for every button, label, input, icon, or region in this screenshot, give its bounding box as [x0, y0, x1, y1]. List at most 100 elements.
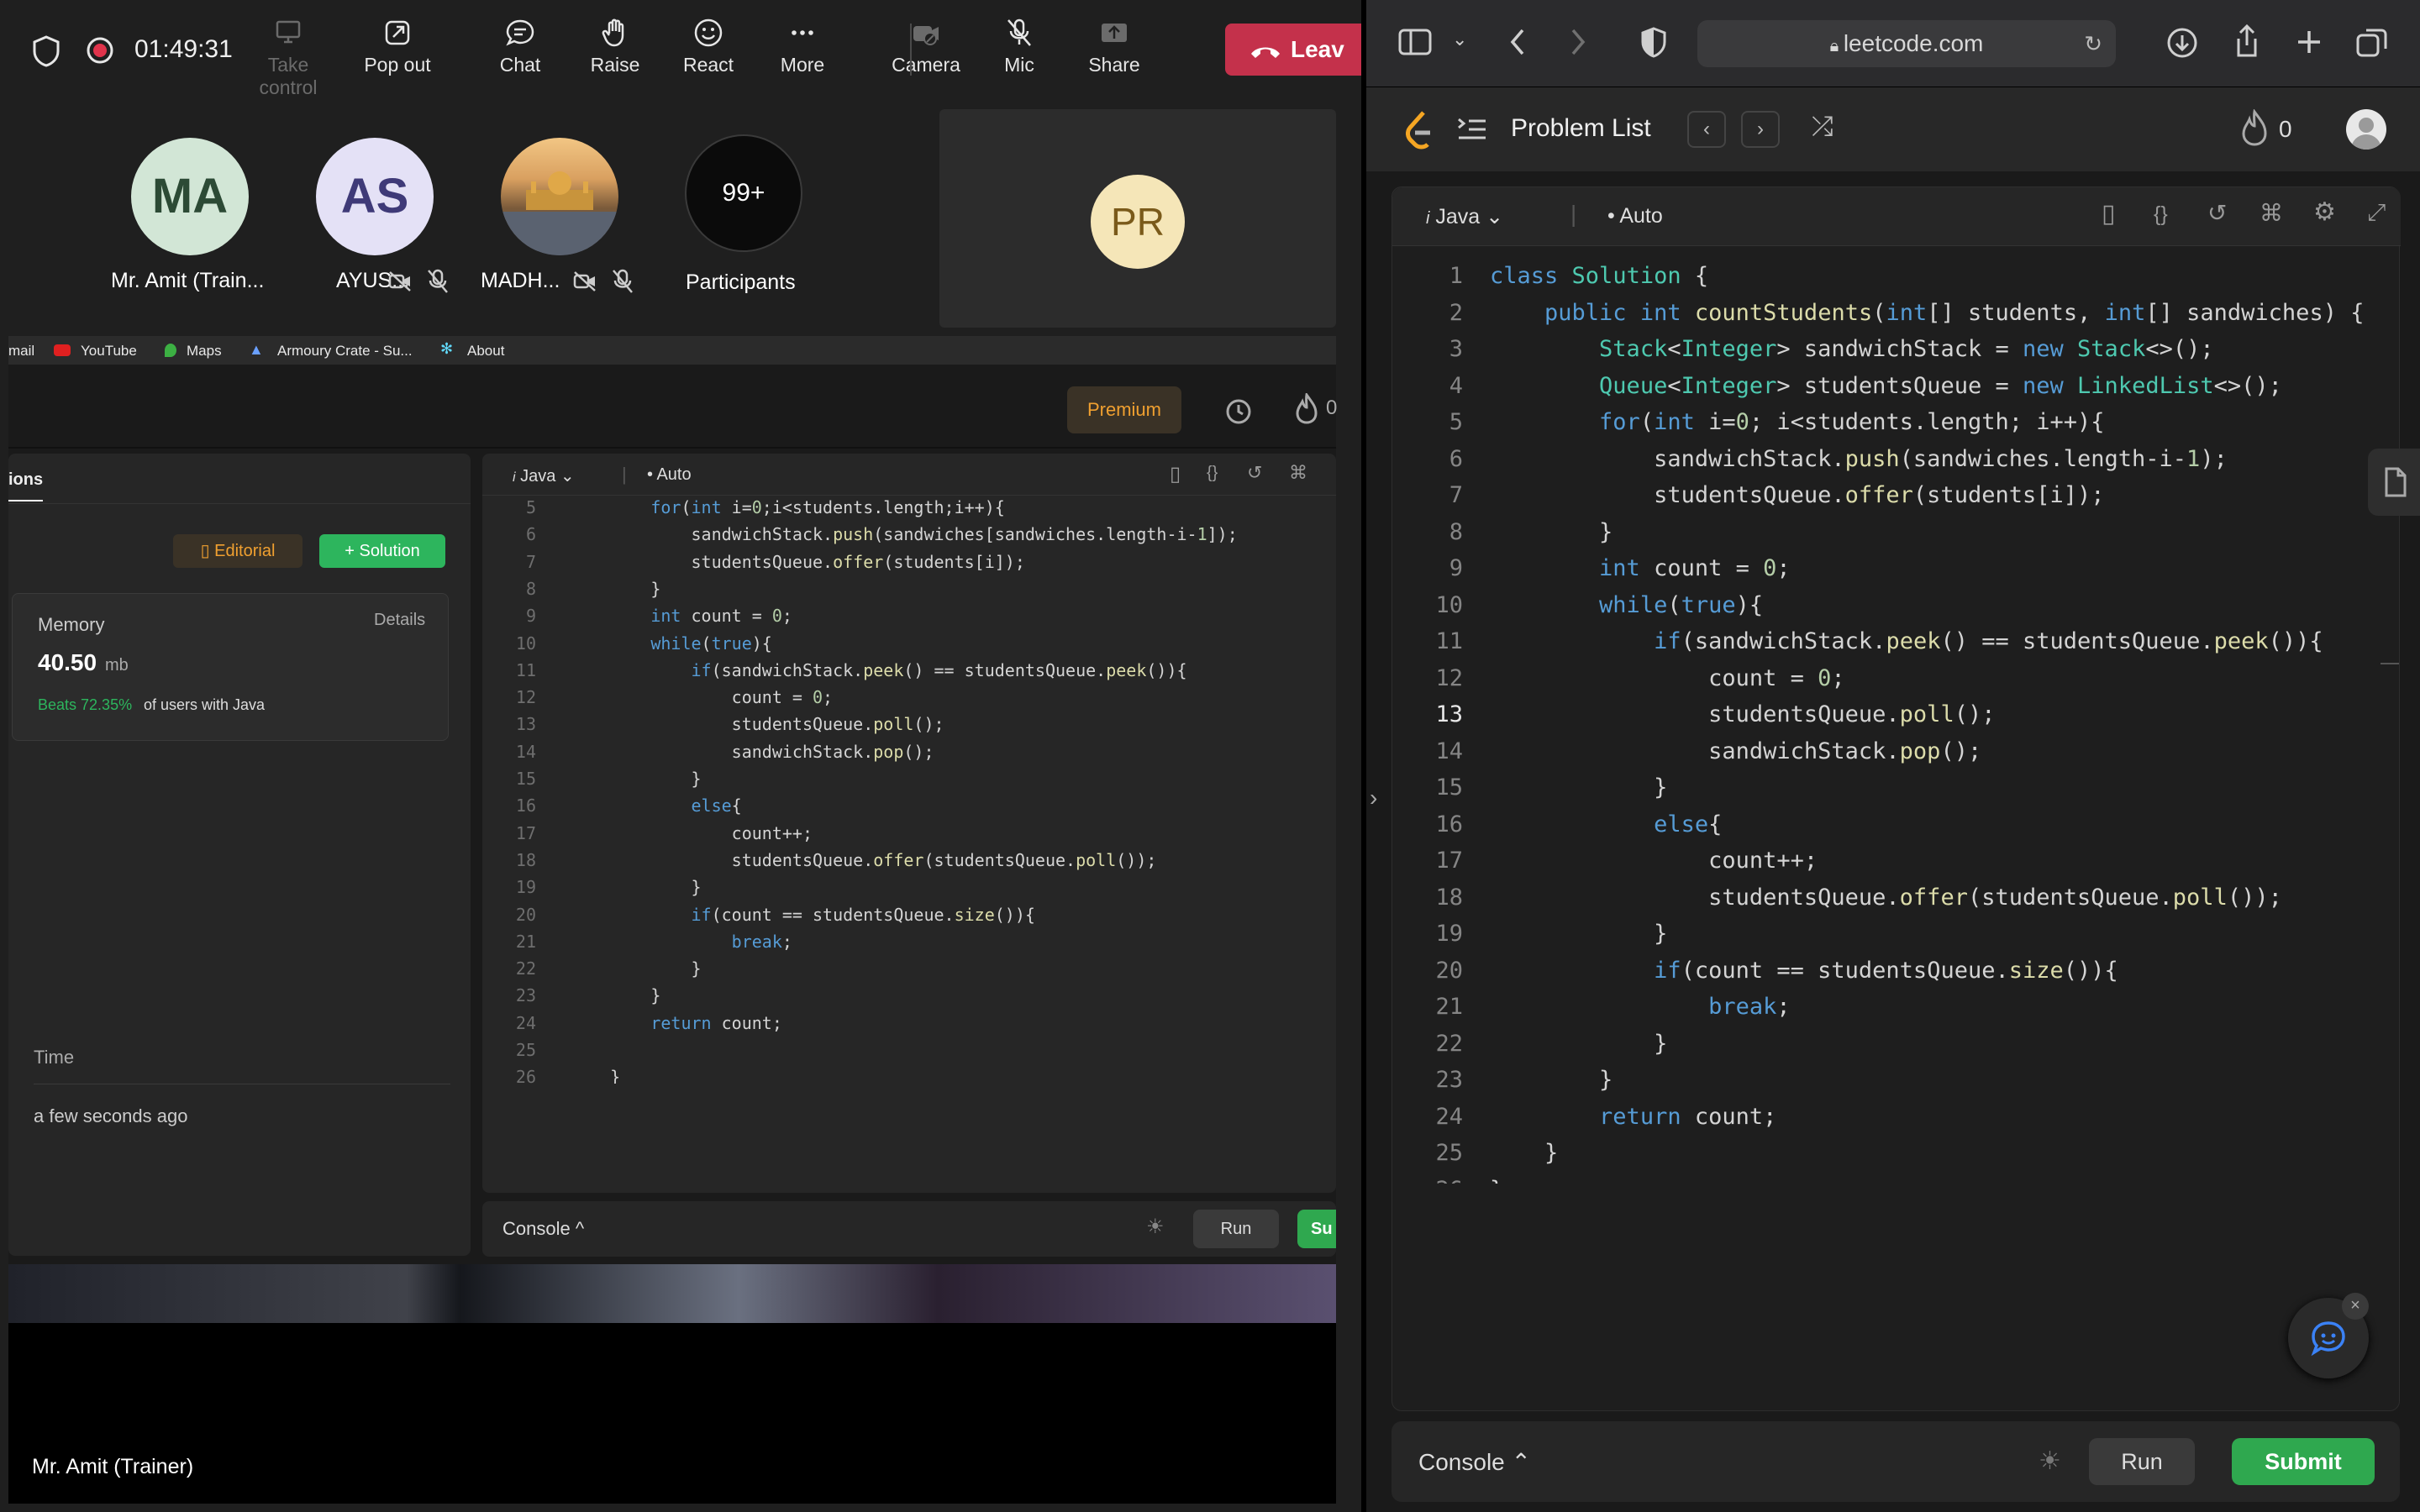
code-line: 11 if(sandwichStack.peek() == studentsQu…	[482, 659, 1187, 684]
run-button[interactable]: Run	[1193, 1210, 1279, 1248]
command-icon[interactable]: ⌘	[2260, 199, 2283, 227]
avatar[interactable]: MA	[131, 138, 249, 255]
reset-icon[interactable]: ↺	[2207, 199, 2227, 227]
avatar[interactable]: AS	[316, 138, 434, 255]
streak-count: 0	[2279, 116, 2292, 142]
line-number: 26	[515, 1067, 536, 1084]
tab-submissions[interactable]: ions	[8, 470, 44, 501]
take-control-button[interactable]: Take control	[242, 17, 334, 99]
alarm-clock-icon[interactable]	[1223, 395, 1254, 425]
bookmark-youtube[interactable]: YouTube	[81, 343, 137, 360]
code-line: 9 int count = 0;	[1392, 552, 1791, 585]
chevron-down-icon[interactable]: ⌄	[1452, 29, 1467, 50]
expand-panel-icon[interactable]: ›	[1370, 785, 1377, 811]
submit-button[interactable]: Submit	[2232, 1438, 2375, 1485]
react-button[interactable]: React	[662, 17, 755, 76]
language-selector[interactable]: i Java ⌄	[513, 465, 575, 486]
reset-icon[interactable]: ↺	[1247, 462, 1262, 484]
participants-button[interactable]: 99+	[685, 134, 802, 252]
close-icon[interactable]: ×	[2342, 1293, 2369, 1320]
bookmark-icon[interactable]: ▯	[1170, 462, 1181, 486]
language-selector[interactable]: i Java ⌄	[1426, 204, 1503, 229]
next-problem-button[interactable]: ›	[1741, 111, 1780, 148]
bookmark-about[interactable]: About	[467, 343, 504, 360]
debug-icon[interactable]: ☀	[2039, 1446, 2061, 1476]
chat-button[interactable]: Chat	[474, 17, 566, 76]
bookmarks-bar: mail YouTube Maps ▲ Armoury Crate - Su..…	[8, 336, 1336, 365]
premium-button[interactable]: Premium	[1067, 386, 1181, 433]
downloads-icon[interactable]	[2166, 27, 2198, 59]
editorial-button[interactable]: ▯ Editorial	[173, 534, 302, 568]
line-number: 7	[525, 551, 536, 572]
expand-icon[interactable]: ⤢	[2367, 199, 2386, 227]
details-link[interactable]: Details	[374, 611, 425, 630]
leetcode-logo-icon[interactable]	[1403, 111, 1437, 150]
line-number: 12	[1435, 664, 1463, 691]
code-text: sandwichStack.push(sandwiches.length-i-1…	[1490, 445, 2228, 472]
plus-icon: +	[345, 542, 360, 560]
avatar-initials: MA	[151, 169, 229, 223]
code-text: count = 0;	[1490, 664, 1845, 691]
console-toggle[interactable]: Console ^	[502, 1218, 584, 1240]
camera-off-icon	[573, 271, 596, 291]
code-line: 23 }	[482, 984, 660, 1009]
camera-off-icon	[913, 26, 939, 45]
problem-list-icon[interactable]	[1457, 116, 1487, 143]
problem-list-title[interactable]: Problem List	[1511, 114, 1651, 143]
fire-icon[interactable]	[1294, 393, 1319, 425]
tab-overview-icon[interactable]	[2356, 27, 2388, 59]
code-line: 14 sandwichStack.pop();	[482, 740, 934, 765]
camera-button[interactable]: Camera	[880, 17, 972, 76]
toolbar-label: Mic	[1004, 54, 1034, 76]
bookmark-mail[interactable]: mail	[8, 343, 34, 360]
pop-out-button[interactable]: Pop out	[351, 17, 444, 76]
more-button[interactable]: More	[756, 17, 849, 76]
line-number: 5	[525, 497, 536, 517]
side-panel-tab[interactable]	[2368, 449, 2420, 516]
address-bar[interactable]: 🔒︎ leetcode.com ↻	[1697, 20, 2116, 67]
bookmark-armoury[interactable]: Armoury Crate - Su...	[277, 343, 413, 360]
code-line: 13 studentsQueue.poll();	[482, 712, 944, 738]
avatar-photo[interactable]	[501, 138, 618, 255]
code-area[interactable]: 1 class Solution {2 public int countStude…	[1392, 260, 2367, 1184]
prev-problem-button[interactable]: ‹	[1687, 111, 1726, 148]
braces-icon[interactable]: {}	[1207, 464, 1218, 483]
console-toggle[interactable]: Console ⌃	[1418, 1448, 1531, 1476]
line-number: 6	[1449, 445, 1463, 472]
bookmark-icon[interactable]: ▯	[2102, 199, 2116, 228]
forward-icon[interactable]	[1568, 27, 1588, 57]
new-tab-icon[interactable]	[2296, 29, 2323, 55]
mic-button[interactable]: Mic	[973, 17, 1065, 76]
solution-button[interactable]: + Solution	[319, 534, 445, 568]
reload-icon[interactable]: ↻	[2084, 20, 2102, 67]
submission-panel: ions ▯ Editorial + Solution Memory Detai…	[8, 454, 471, 1256]
raise-button[interactable]: Raise	[569, 17, 661, 76]
bookmark-maps[interactable]: Maps	[187, 343, 222, 360]
leave-button[interactable]: Leav	[1225, 24, 1361, 76]
fire-icon[interactable]	[2240, 109, 2269, 148]
code-line: 13 studentsQueue.poll();	[1392, 698, 1995, 732]
avatar[interactable]	[2346, 109, 2386, 150]
leetcode-navbar: Problem List ‹ › ⤮ 0	[1366, 87, 2420, 171]
run-button[interactable]: Run	[2089, 1438, 2195, 1485]
code-line: 23 }	[1392, 1063, 1612, 1097]
back-icon[interactable]	[1507, 27, 1528, 57]
scroll-indicator[interactable]	[2381, 663, 2399, 664]
shuffle-icon[interactable]: ⤮	[1812, 111, 1833, 143]
share-icon[interactable]	[2233, 24, 2260, 59]
privacy-shield-icon[interactable]	[1640, 27, 1667, 59]
line-number: 18	[515, 849, 536, 870]
submit-button[interactable]: Su	[1297, 1210, 1336, 1248]
pinned-tile[interactable]: PR	[939, 109, 1336, 328]
line-number: 10	[515, 633, 536, 654]
command-icon[interactable]: ⌘	[1289, 462, 1307, 484]
pop-out-icon	[385, 20, 410, 45]
memory-card[interactable]: Memory Details 40.50 mb Beats 72.35% of …	[12, 593, 449, 741]
toolbar-label: Take control	[259, 54, 318, 98]
share-button[interactable]: Share	[1068, 17, 1160, 76]
shared-code-editor: i Java ⌄ | • Auto ▯ {} ↺ ⌘ 5 for(int i=0…	[482, 454, 1336, 1193]
sidebar-toggle-icon[interactable]	[1398, 29, 1432, 55]
debug-icon[interactable]: ☀	[1146, 1215, 1165, 1239]
braces-icon[interactable]: {}	[2154, 202, 2168, 227]
settings-icon[interactable]: ⚙	[2313, 197, 2336, 227]
